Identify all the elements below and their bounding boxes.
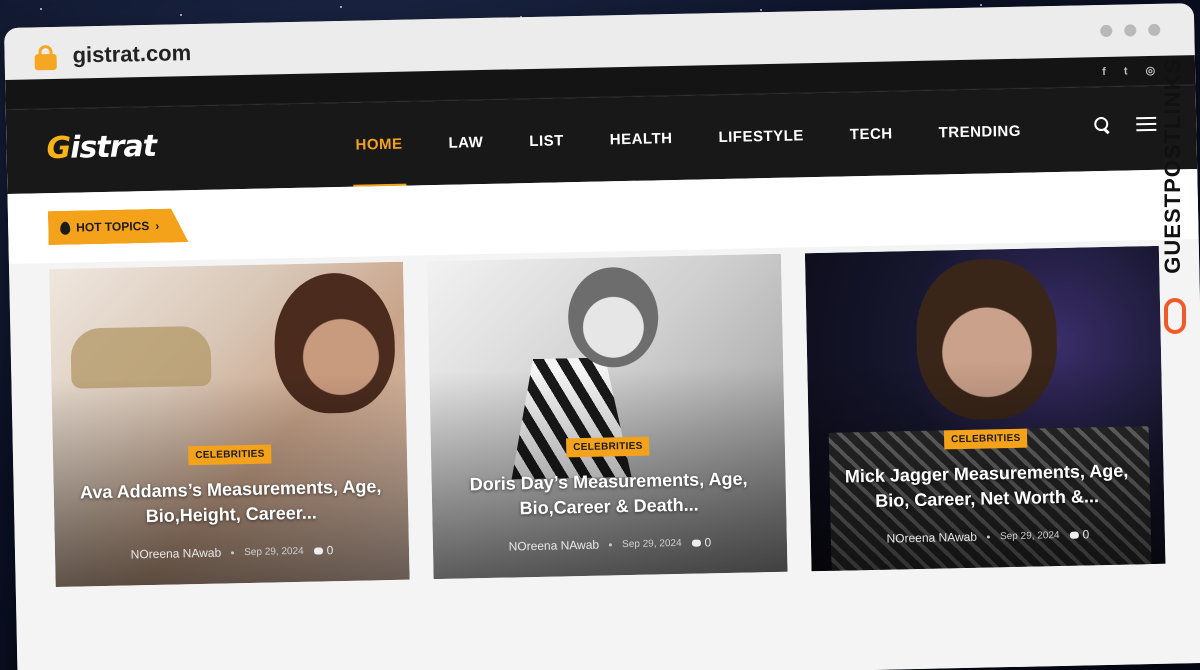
fire-icon <box>60 221 70 234</box>
facebook-icon[interactable]: f <box>1102 65 1106 77</box>
nav-item-home[interactable]: HOME <box>332 101 427 187</box>
guestpostlinks-watermark: GUESTPOSTLINKS <box>1160 58 1194 358</box>
featured-card[interactable]: CELEBRITIES Ava Addams’s Measurements, A… <box>49 261 410 588</box>
category-badge[interactable]: CELEBRITIES <box>943 428 1028 450</box>
window-dot-icon[interactable] <box>1124 24 1137 37</box>
instagram-icon[interactable]: ◎ <box>1145 64 1155 77</box>
chevron-right-icon: › <box>155 218 160 233</box>
hot-topics-label: HOT TOPICS <box>76 219 150 235</box>
browser-window: gistrat.com f t ◎ Gistrat HOME LAW LIST … <box>4 3 1200 670</box>
nav-item-trending[interactable]: TRENDING <box>915 88 1045 175</box>
window-controls <box>1100 23 1161 38</box>
comment-count[interactable]: 0 <box>691 535 711 549</box>
card-title[interactable]: Mick Jagger Measurements, Age, Bio, Care… <box>833 458 1140 514</box>
card-title[interactable]: Ava Addams’s Measurements, Age, Bio,Heig… <box>77 474 384 530</box>
category-badge[interactable]: CELEBRITIES <box>188 444 272 466</box>
comment-count[interactable]: 0 <box>1069 527 1089 542</box>
featured-card[interactable]: CELEBRITIES Doris Day’s Measurements, Ag… <box>426 253 788 580</box>
post-date: Sep 29, 2024 <box>244 545 304 558</box>
category-badge[interactable]: CELEBRITIES <box>566 436 650 458</box>
nav-item-list[interactable]: LIST <box>505 98 587 184</box>
author-name[interactable]: NOreena NAwab <box>886 530 977 546</box>
window-dot-icon[interactable] <box>1100 24 1113 38</box>
post-date: Sep 29, 2024 <box>999 529 1060 542</box>
watermark-text: GUESTPOSTLINKS <box>1160 58 1185 274</box>
nav-actions <box>1094 116 1157 133</box>
featured-cards: CELEBRITIES Ava Addams’s Measurements, A… <box>49 245 1166 588</box>
comment-icon <box>1069 531 1079 539</box>
twitter-icon[interactable]: t <box>1124 65 1128 77</box>
window-dot-icon[interactable] <box>1148 23 1161 37</box>
comment-icon <box>313 547 323 555</box>
comment-icon <box>691 539 701 547</box>
author-name[interactable]: NOreena NAwab <box>131 546 222 562</box>
comment-count[interactable]: 0 <box>313 543 333 557</box>
chain-link-icon <box>1164 298 1186 334</box>
post-date: Sep 29, 2024 <box>621 537 682 550</box>
nav-item-health[interactable]: HEALTH <box>586 96 696 182</box>
card-title[interactable]: Doris Day’s Measurements, Age, Bio,Caree… <box>455 466 762 522</box>
featured-card[interactable]: CELEBRITIES Mick Jagger Measurements, Ag… <box>804 245 1166 572</box>
site-logo[interactable]: Gistrat <box>46 129 156 166</box>
lock-icon <box>34 44 57 71</box>
hamburger-menu-icon[interactable] <box>1136 116 1157 132</box>
website: f t ◎ Gistrat HOME LAW LIST HEALTH LIFES… <box>5 55 1200 670</box>
main-menu: HOME LAW LIST HEALTH LIFESTYLE TECH TREN… <box>332 88 1045 187</box>
nav-item-lifestyle[interactable]: LIFESTYLE <box>695 93 828 180</box>
author-name[interactable]: NOreena NAwab <box>508 538 599 554</box>
nav-item-tech[interactable]: TECH <box>826 91 917 177</box>
hot-topics-button[interactable]: HOT TOPICS › <box>48 208 189 245</box>
search-icon[interactable] <box>1094 117 1110 133</box>
url-text[interactable]: gistrat.com <box>72 40 191 68</box>
nav-item-law[interactable]: LAW <box>425 100 508 186</box>
